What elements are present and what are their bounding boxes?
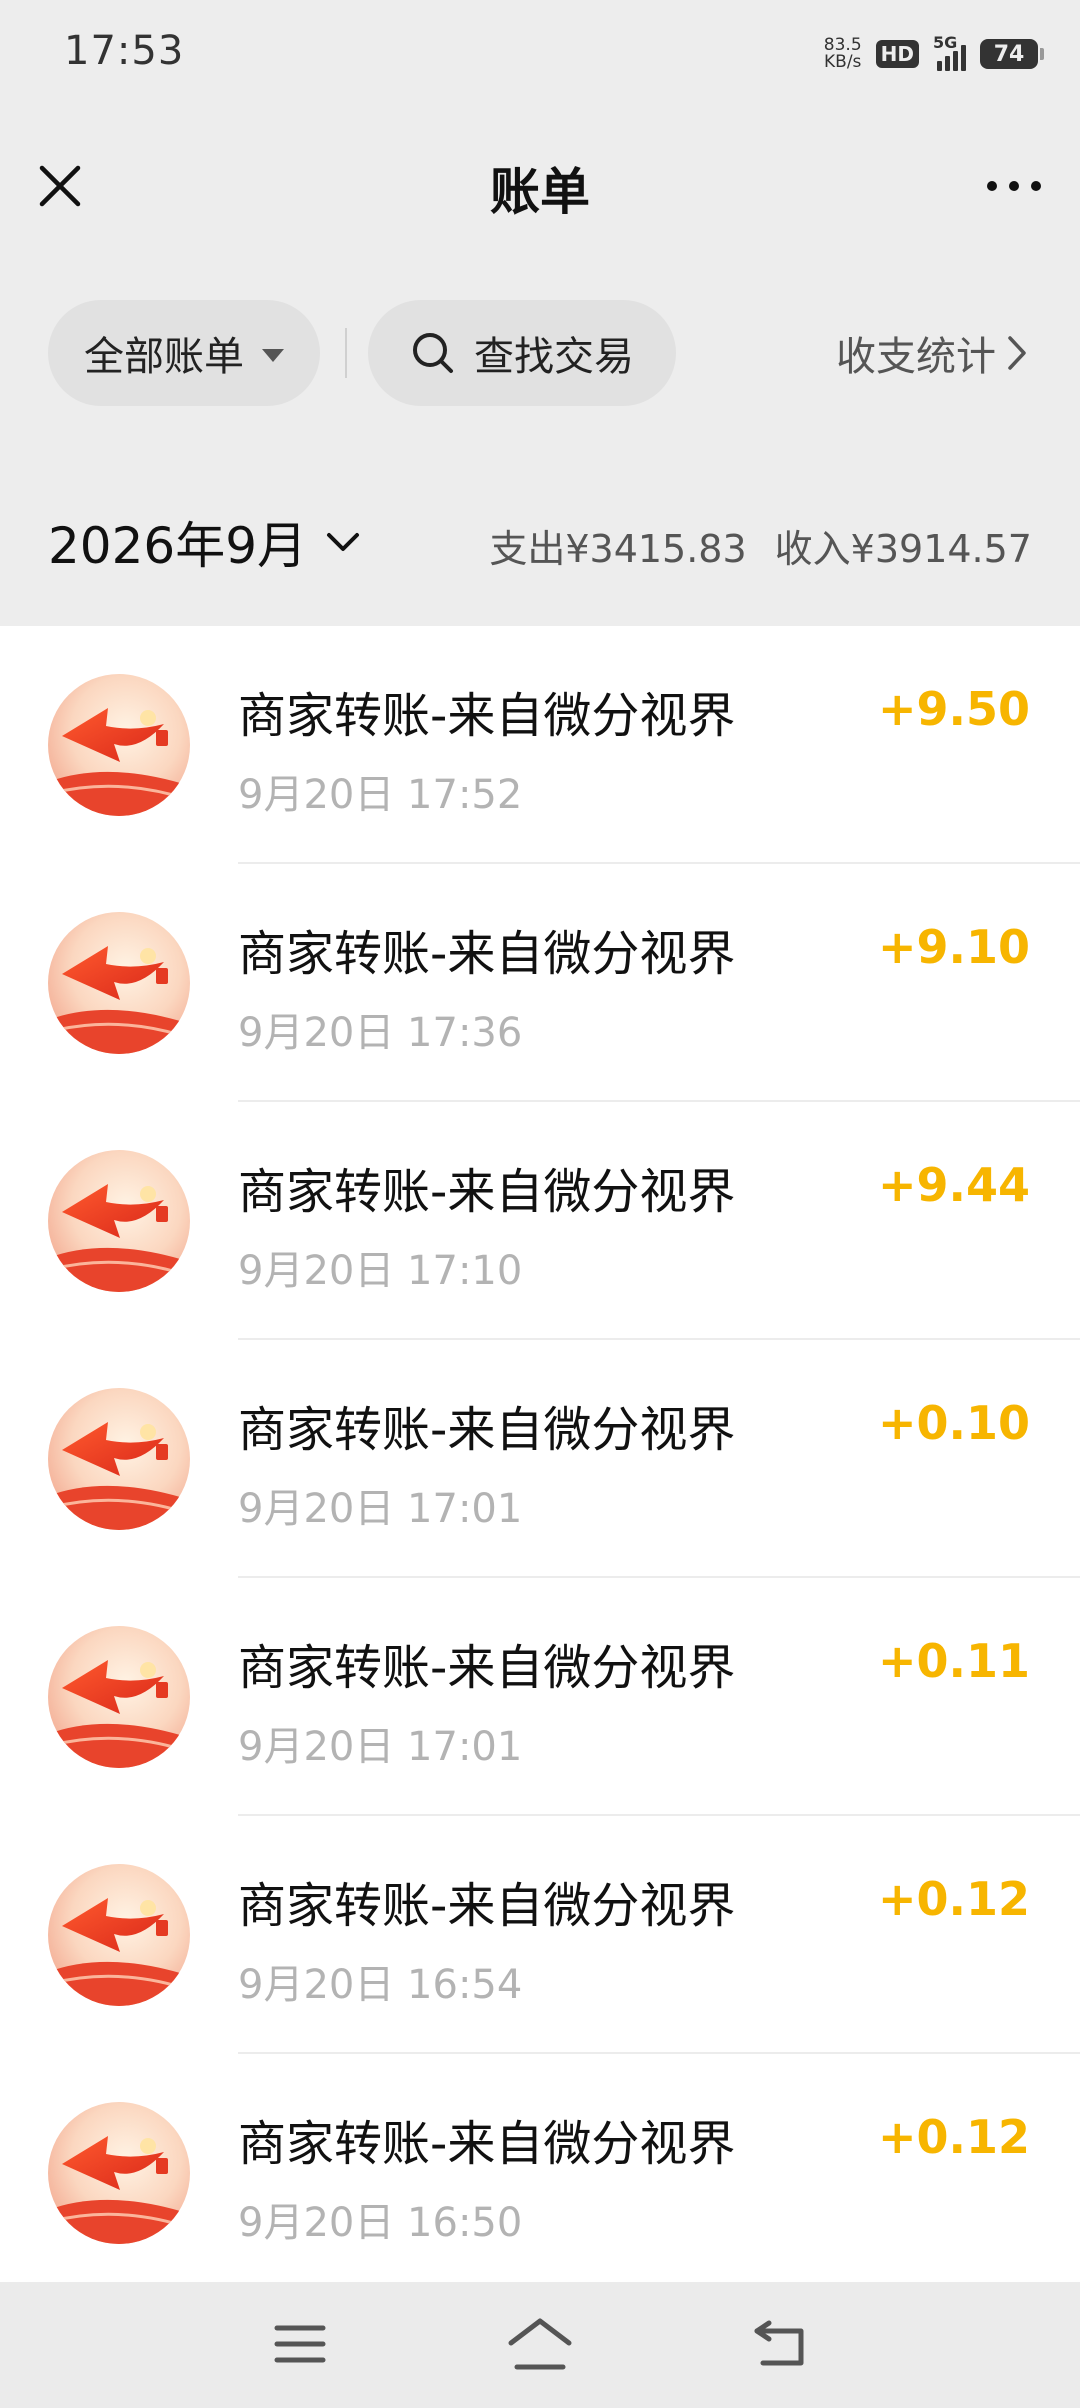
expense-total: 支出¥3415.83: [489, 527, 747, 571]
page-title: 账单: [490, 163, 590, 221]
transaction-amount: +0.12: [877, 2110, 1030, 2164]
status-indicators: 83.5 KB/s HD 5G 74: [824, 32, 1044, 76]
transaction-item[interactable]: 商家转账-来自微分视界 9月20日 17:10 +9.44: [0, 1102, 1080, 1340]
hd-badge: HD: [875, 40, 919, 68]
transaction-item[interactable]: 商家转账-来自微分视界 9月20日 16:54 +0.12: [0, 1816, 1080, 2054]
transaction-item[interactable]: 商家转账-来自微分视界 9月20日 17:01 +0.11: [0, 1578, 1080, 1816]
transaction-time: 9月20日 16:50: [238, 2200, 523, 2246]
transaction-amount: +9.50: [877, 682, 1030, 736]
merchant-avatar: [48, 1388, 190, 1530]
transaction-item[interactable]: 商家转账-来自微分视界 9月20日 17:36 +9.10: [0, 864, 1080, 1102]
transaction-time: 9月20日 17:01: [238, 1486, 523, 1532]
network-type: 5G: [933, 33, 958, 52]
search-label: 查找交易: [474, 334, 634, 380]
transaction-item[interactable]: 商家转账-来自微分视界 9月20日 17:01 +0.10: [0, 1340, 1080, 1578]
transaction-title: 商家转账-来自微分视界: [238, 1878, 736, 1934]
red-arrow-logo-icon: [48, 912, 190, 1054]
red-arrow-logo-icon: [48, 674, 190, 816]
status-bar: 17:53 83.5 KB/s HD 5G 74: [0, 0, 1080, 108]
red-arrow-logo-icon: [48, 1864, 190, 2006]
red-arrow-logo-icon: [48, 1150, 190, 1292]
all-bills-label: 全部账单: [84, 334, 244, 380]
red-arrow-logo-icon: [48, 1626, 190, 1768]
transaction-time: 9月20日 17:01: [238, 1724, 523, 1770]
merchant-avatar: [48, 1150, 190, 1292]
search-icon: [413, 333, 453, 373]
transaction-amount: +9.44: [877, 1158, 1030, 1212]
merchant-avatar: [48, 2102, 190, 2244]
merchant-avatar: [48, 1864, 190, 2006]
transaction-amount: +0.12: [877, 1872, 1030, 1926]
more-icon: [987, 181, 997, 191]
back-button[interactable]: [735, 2304, 825, 2384]
chevron-down-icon: [327, 533, 360, 551]
month-totals: 支出¥3415.83 收入¥3914.57: [489, 518, 1032, 573]
battery-level: 74: [993, 41, 1025, 67]
red-arrow-logo-icon: [48, 1388, 190, 1530]
transaction-title: 商家转账-来自微分视界: [238, 926, 736, 982]
stats-link[interactable]: 收支统计: [836, 300, 1028, 406]
stats-label: 收支统计: [836, 334, 996, 380]
menu-button[interactable]: [255, 2304, 345, 2384]
income-total: 收入¥3914.57: [774, 527, 1032, 571]
system-nav-bar: [0, 2282, 1080, 2408]
transaction-time: 9月20日 17:10: [238, 1248, 523, 1294]
transaction-title: 商家转账-来自微分视界: [238, 1402, 736, 1458]
transaction-amount: +0.10: [877, 1396, 1030, 1450]
transaction-title: 商家转账-来自微分视界: [238, 1164, 736, 1220]
month-summary-row: 2026年9月 支出¥3415.83 收入¥3914.57: [0, 456, 1080, 626]
signal-icon: 5G: [933, 33, 966, 71]
month-label: 2026年9月: [48, 517, 308, 575]
transaction-item[interactable]: 商家转账-来自微分视界 9月20日 16:50 +0.12: [0, 2054, 1080, 2282]
filter-row: 全部账单 查找交易 收支统计: [0, 260, 1080, 458]
transaction-amount: +0.11: [877, 1634, 1030, 1688]
status-time: 17:53: [64, 28, 185, 74]
transaction-time: 9月20日 17:36: [238, 1010, 523, 1056]
merchant-avatar: [48, 912, 190, 1054]
merchant-avatar: [48, 1626, 190, 1768]
battery-icon: 74: [980, 39, 1044, 69]
transaction-title: 商家转账-来自微分视界: [238, 1640, 736, 1696]
header: 账单: [0, 108, 1080, 260]
merchant-avatar: [48, 674, 190, 816]
more-button[interactable]: [972, 150, 1056, 222]
transaction-amount: +9.10: [877, 920, 1030, 974]
chevron-right-icon: [1008, 336, 1026, 370]
net-speed-unit: KB/s: [824, 52, 862, 72]
all-bills-filter[interactable]: 全部账单: [48, 300, 320, 406]
caret-down-icon: [262, 348, 284, 362]
home-icon: [508, 2318, 572, 2370]
search-transactions-button[interactable]: 查找交易: [368, 300, 676, 406]
filter-divider: [345, 328, 347, 378]
transaction-title: 商家转账-来自微分视界: [238, 688, 736, 744]
transaction-time: 9月20日 17:52: [238, 772, 523, 818]
menu-icon: [274, 2325, 326, 2363]
transaction-item[interactable]: 商家转账-来自微分视界 9月20日 17:52 +9.50: [0, 626, 1080, 864]
red-arrow-logo-icon: [48, 2102, 190, 2244]
home-button[interactable]: [495, 2304, 585, 2384]
net-speed: 83.5 KB/s: [824, 37, 862, 71]
month-picker[interactable]: 2026年9月: [48, 506, 361, 578]
transaction-list[interactable]: 商家转账-来自微分视界 9月20日 17:52 +9.50 商家转账-来自微分视…: [0, 626, 1080, 2282]
transaction-title: 商家转账-来自微分视界: [238, 2116, 736, 2172]
back-icon: [754, 2320, 804, 2366]
transaction-time: 9月20日 16:54: [238, 1962, 523, 2008]
